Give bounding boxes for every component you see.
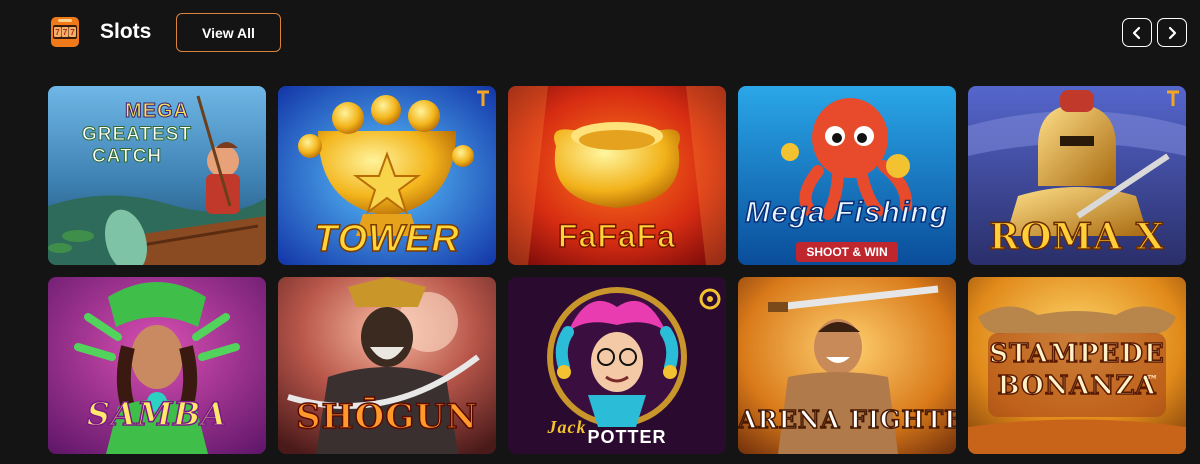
game-logo: FaFaFa (557, 217, 677, 255)
section-header: 7 7 7 Slots View All (0, 0, 1200, 64)
game-logo: ROMA X (988, 215, 1165, 259)
chevron-right-icon (1168, 26, 1177, 39)
game-grid: MEGA GREATEST CATCH TOWER FaFaFa Mega Fi… (48, 86, 1186, 454)
game-tile-samba[interactable]: SAMBA (48, 277, 266, 454)
game-tile-shogun[interactable]: SHŌGUN (278, 277, 496, 454)
game-tile-tower[interactable]: TOWER (278, 86, 496, 265)
provider-badge-icon (477, 90, 489, 106)
game-logo: Mega Fishing (744, 195, 949, 230)
game-tile-jack-potter[interactable]: Jack POTTER (508, 277, 726, 454)
game-logo-line1: STAMPEDE (989, 338, 1165, 370)
game-logo-line2: GREATEST (81, 124, 193, 146)
game-tile-roma-x[interactable]: ROMA X (968, 86, 1186, 265)
game-subtitle: SHOOT & WIN (796, 242, 898, 262)
game-logo-line3: CATCH (91, 146, 163, 168)
svg-text:7: 7 (63, 28, 68, 37)
carousel-prev-button[interactable] (1122, 18, 1152, 47)
octopus-art (738, 86, 956, 265)
game-tile-fafafa[interactable]: FaFaFa (508, 86, 726, 265)
game-tile-mega-greatest-catch[interactable]: MEGA GREATEST CATCH (48, 86, 266, 265)
game-logo: ARENA FIGHTER (738, 404, 956, 435)
trademark-symbol: ™ (1146, 373, 1159, 387)
carousel-next-button[interactable] (1157, 18, 1187, 47)
chevron-left-icon (1132, 26, 1141, 39)
provider-badge-icon (1167, 90, 1179, 106)
slot-machine-777-icon: 7 7 7 (48, 16, 82, 48)
game-tile-stampede-bonanza[interactable]: STAMPEDE BONANZA ™ (968, 277, 1186, 454)
game-logo-line2: POTTER (587, 427, 667, 447)
svg-text:7: 7 (55, 28, 60, 37)
game-logo-line1: MEGA (125, 100, 189, 123)
game-tile-arena-fighter[interactable]: ARENA FIGHTER (738, 277, 956, 454)
svg-text:7: 7 (70, 28, 75, 37)
game-logo: SAMBA (86, 394, 228, 434)
game-logo: SHŌGUN (295, 396, 479, 438)
section-title: Slots (100, 20, 152, 43)
game-logo: TOWER (313, 217, 460, 261)
game-tile-mega-fishing[interactable]: Mega Fishing SHOOT & WIN (738, 86, 956, 265)
view-all-button[interactable]: View All (176, 13, 281, 52)
